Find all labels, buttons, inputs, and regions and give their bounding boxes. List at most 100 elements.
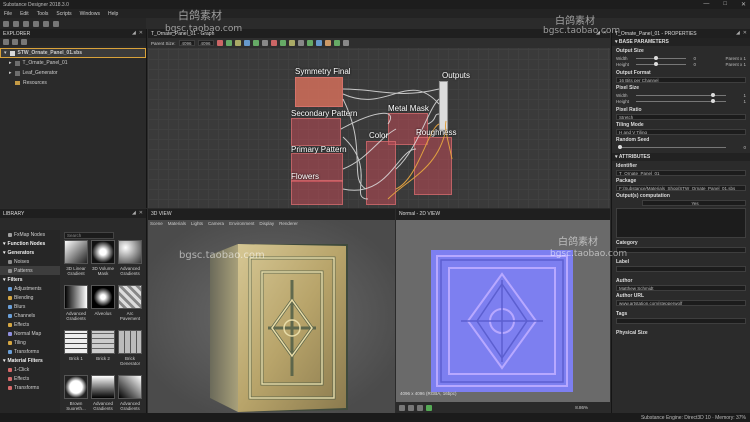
channel-icon[interactable]	[408, 404, 414, 411]
library-category[interactable]: Noises	[0, 257, 60, 266]
library-category[interactable]: ▾ Generators	[0, 248, 60, 257]
graph-view[interactable]: T_Ornate_Panel_01 - Graph ◢ ✕ Parent Size…	[148, 29, 610, 208]
minimize-icon[interactable]: —	[703, 1, 709, 8]
view3d-menu-item[interactable]: Lights	[191, 221, 203, 226]
library-category[interactable]: Patterns	[0, 266, 60, 275]
library-search-input[interactable]: Search	[64, 232, 114, 239]
library-node-thumbnail[interactable]	[64, 240, 88, 264]
library-node-label: Advanced Gradients	[65, 311, 86, 321]
library-node-thumbnail[interactable]	[64, 285, 88, 309]
undo-icon[interactable]	[33, 20, 39, 27]
maximize-icon[interactable]: □	[723, 1, 727, 8]
library-category[interactable]: Blurs	[0, 302, 60, 311]
label-field[interactable]	[616, 266, 746, 272]
channel-icon[interactable]	[426, 404, 432, 411]
pin-icon[interactable]: ◢	[132, 30, 136, 36]
library-category[interactable]: ▾ Material Filters	[0, 356, 60, 365]
channel-icon[interactable]	[417, 404, 423, 411]
library-category[interactable]: Adjustments	[0, 284, 60, 293]
view3d-menu-item[interactable]: Environment	[229, 221, 254, 226]
tree-item-package[interactable]: ▾ STW_Ornate_Panel_01.sbs	[0, 48, 146, 58]
menu-scripts[interactable]: Scripts	[56, 11, 71, 17]
expand-arrow-icon[interactable]: ▾	[4, 50, 7, 56]
section-title: BASE PARAMETERS	[618, 39, 669, 45]
library-category[interactable]: Tiling	[0, 338, 60, 347]
category-icon	[8, 259, 12, 264]
library-node-thumbnail[interactable]	[91, 330, 115, 354]
close-panel-icon[interactable]: ✕	[743, 30, 747, 36]
attributes-section[interactable]: ▾ ATTRIBUTES	[612, 153, 750, 161]
menu-windows[interactable]: Windows	[80, 11, 100, 17]
tree-item-folder[interactable]: Resources	[0, 78, 146, 88]
close-panel-icon[interactable]: ✕	[139, 30, 143, 36]
library-node-thumbnail[interactable]	[118, 375, 142, 399]
library-node-thumbnail[interactable]	[91, 375, 115, 399]
view3d-menu-item[interactable]: Camera	[208, 221, 224, 226]
collapse-arrow-icon[interactable]: ▸	[9, 70, 12, 76]
library-node-thumbnail[interactable]	[118, 240, 142, 264]
random-seed-slider[interactable]: 0	[616, 145, 746, 150]
library-category[interactable]: Effects	[0, 320, 60, 329]
output-width-slider[interactable]: Width 0 Parent x 1	[616, 56, 746, 61]
menu-tools[interactable]: Tools	[37, 11, 49, 17]
category-label: Blurs	[14, 303, 26, 310]
library-category[interactable]: Effects	[0, 374, 60, 383]
pin-icon[interactable]: ◢	[736, 30, 740, 36]
zoom-level: 8.86%	[575, 405, 588, 410]
pixel-width-slider[interactable]: Width 1	[616, 93, 746, 98]
library-category[interactable]: Blending	[0, 293, 60, 302]
tags-field[interactable]	[616, 318, 746, 324]
new-file-icon[interactable]	[3, 20, 9, 27]
description-field[interactable]	[616, 208, 746, 238]
save-icon[interactable]	[23, 20, 29, 27]
library-category[interactable]: Channels	[0, 311, 60, 320]
library-category[interactable]: Transforms	[0, 347, 60, 356]
new-graph-icon[interactable]	[3, 39, 9, 45]
output-height-slider[interactable]: Height 0 Parent x 1	[616, 62, 746, 67]
view3d-menu-item[interactable]: Materials	[168, 221, 186, 226]
frame-label: Flowers	[291, 172, 320, 181]
library-node-thumbnail[interactable]	[91, 285, 115, 309]
tree-item-graph[interactable]: ▸ Leaf_Generator	[0, 68, 146, 78]
library-category[interactable]: 1-Click	[0, 365, 60, 374]
view3d-menu-item[interactable]: Renderer	[279, 221, 298, 226]
pixel-height-slider[interactable]: Height 1	[616, 99, 746, 104]
redo-icon[interactable]	[43, 20, 49, 27]
view3d-menu-item[interactable]: Scene	[150, 221, 163, 226]
channel-icon[interactable]	[399, 404, 405, 411]
save-package-icon[interactable]	[21, 39, 27, 45]
tree-item-graph[interactable]: ▸ T_Ornate_Panel_01	[0, 58, 146, 68]
menu-help[interactable]: Help	[108, 11, 118, 17]
open-file-icon[interactable]	[13, 20, 19, 27]
library-node-thumbnail[interactable]	[64, 375, 88, 399]
library-category[interactable]: ▾ Function Nodes	[0, 239, 60, 248]
library-category[interactable]: Normal Map	[0, 329, 60, 338]
library-category[interactable]: FxMap Nodes	[0, 230, 60, 239]
menu-edit[interactable]: Edit	[20, 11, 29, 17]
expand-arrow-icon[interactable]: ▾	[3, 241, 6, 247]
expand-arrow-icon[interactable]: ▾	[3, 277, 6, 283]
pin-icon[interactable]: ◢	[132, 210, 136, 216]
view3d-viewport[interactable]: Scene Materials Lights Camera Environmen…	[148, 220, 395, 413]
output-computation-select[interactable]: Yes	[642, 200, 746, 206]
library-category[interactable]: ▾ Filters	[0, 275, 60, 284]
collapse-arrow-icon[interactable]: ▸	[9, 60, 12, 66]
library-node-thumbnail[interactable]	[118, 285, 142, 309]
folder-icon[interactable]	[12, 39, 18, 45]
library-category[interactable]: Transforms	[0, 383, 60, 392]
menu-file[interactable]: File	[4, 11, 12, 17]
category-label: Normal Map	[14, 330, 42, 337]
close-panel-icon[interactable]: ✕	[139, 210, 143, 216]
category-field[interactable]	[616, 247, 746, 253]
library-node-label: 3D Volume Mask	[91, 266, 114, 276]
expand-arrow-icon[interactable]: ▾	[3, 250, 6, 256]
author-url-field[interactable]: www.artstation.com/stepperwolf	[616, 300, 746, 306]
layout-icon[interactable]	[53, 20, 59, 27]
base-parameters-section[interactable]: ▾ BASE PARAMETERS	[612, 38, 750, 46]
library-node-thumbnail[interactable]	[64, 330, 88, 354]
library-node-thumbnail[interactable]	[91, 240, 115, 264]
close-icon[interactable]: ✕	[741, 1, 746, 8]
expand-arrow-icon[interactable]: ▾	[3, 358, 6, 364]
view3d-menu-item[interactable]: Display	[259, 221, 274, 226]
library-node-thumbnail[interactable]	[118, 330, 142, 354]
